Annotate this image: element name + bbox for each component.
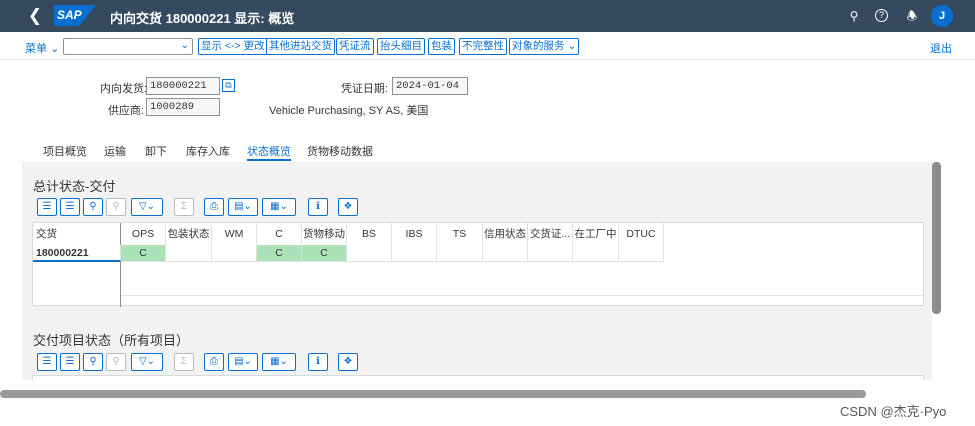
- inbound-delivery-field[interactable]: 180000221: [146, 77, 220, 95]
- tab-unloading[interactable]: 卸下: [145, 143, 167, 161]
- watermark: CSDN @杰克·Pyo: [840, 404, 947, 419]
- filter-icon[interactable]: ▽⌄: [131, 198, 163, 216]
- table-cell[interactable]: [483, 245, 528, 262]
- column-header[interactable]: 包装状态: [166, 223, 212, 245]
- object-services-button[interactable]: 对象的服务 ⌄: [509, 38, 580, 55]
- tab-bar: 项目概览 运输 卸下 库存入库 状态概览 货物移动数据: [23, 143, 923, 161]
- table-cell[interactable]: C: [121, 245, 166, 262]
- table-cell[interactable]: [166, 245, 212, 262]
- settings-icon[interactable]: ❖: [338, 198, 358, 216]
- document-flow-button[interactable]: 凭证流: [336, 38, 374, 55]
- find-icon[interactable]: ⚲: [83, 353, 103, 371]
- grid-footer-line: [121, 295, 924, 296]
- sum-icon[interactable]: Σ: [174, 353, 194, 371]
- find-next-icon[interactable]: ⚲: [106, 353, 126, 371]
- incompleteness-button[interactable]: 不完整性: [459, 38, 507, 55]
- column-header[interactable]: WM: [212, 223, 257, 245]
- grid-toolbar: ☰ ☰ ⚲ ⚲ ▽⌄ Σ ⎙ ▤⌄ ▦⌄ ℹ ❖: [32, 352, 924, 372]
- align-bottom-icon[interactable]: ☰: [60, 198, 80, 216]
- vendor-name: Vehicle Purchasing, SY AS, 美国: [269, 105, 429, 117]
- details-icon[interactable]: ℹ: [308, 353, 328, 371]
- pack-button[interactable]: 包装: [428, 38, 455, 55]
- app-title[interactable]: 内向交货 180000221 显示: 概览: [110, 8, 294, 27]
- tab-status-overview[interactable]: 状态概览: [247, 143, 291, 161]
- copy-icon[interactable]: ⧉: [222, 79, 235, 92]
- document-date-label: 凭证日期:: [340, 83, 388, 95]
- table-cell[interactable]: [212, 245, 257, 262]
- chevron-down-icon[interactable]: ⌄: [271, 8, 280, 21]
- align-top-icon[interactable]: ☰: [37, 198, 57, 216]
- total-status-grid: 交货 OPS 包装状态 WM C 货物移动 BS IBS TS 信用状态 交货证…: [32, 222, 924, 307]
- tab-item-overview[interactable]: 项目概览: [43, 143, 87, 161]
- grid-toolbar: ☰ ☰ ⚲ ⚲ ▽⌄ Σ ⎙ ▤⌄ ▦⌄ ℹ ❖: [32, 197, 924, 217]
- tab-transport[interactable]: 运输: [104, 143, 126, 161]
- other-inbound-button[interactable]: 其他进站交货: [266, 38, 335, 55]
- column-header[interactable]: DTUC: [619, 223, 664, 245]
- chevron-down-icon[interactable]: ⌄: [181, 40, 189, 51]
- horizontal-scrollbar[interactable]: [0, 390, 866, 398]
- settings-icon[interactable]: ❖: [338, 353, 358, 371]
- align-bottom-icon[interactable]: ☰: [60, 353, 80, 371]
- table-cell[interactable]: C: [257, 245, 302, 262]
- app-toolbar: 菜单 ⌄ ⌄ 显示 <-> 更改 其他进站交货 凭证流 抬头细目 包装 不完整性…: [0, 34, 975, 60]
- exit-button[interactable]: 退出: [930, 40, 952, 56]
- tab-goods-movement[interactable]: 货物移动数据: [307, 143, 373, 161]
- search-icon[interactable]: ⚲: [846, 8, 862, 24]
- print-icon[interactable]: ⎙: [204, 198, 224, 216]
- sap-logo: SAP: [54, 5, 96, 26]
- column-header[interactable]: 信用状态: [483, 223, 528, 245]
- section-title-total-status: 总计状态-交付: [33, 179, 116, 194]
- column-header[interactable]: IBS: [392, 223, 437, 245]
- table-cell[interactable]: [619, 245, 664, 262]
- column-header[interactable]: TS: [437, 223, 483, 245]
- column-header[interactable]: 交货: [33, 223, 121, 245]
- toggle-display-change-button[interactable]: 显示 <-> 更改: [198, 38, 268, 55]
- header-details-button[interactable]: 抬头细目: [377, 38, 425, 55]
- document-date-field[interactable]: 2024-01-04: [392, 77, 468, 95]
- table-cell[interactable]: C: [302, 245, 347, 262]
- align-top-icon[interactable]: ☰: [37, 353, 57, 371]
- table-cell[interactable]: 180000221: [33, 245, 121, 262]
- filter-icon[interactable]: ▽⌄: [131, 353, 163, 371]
- section-title-item-status: 交付项目状态（所有项目）: [33, 333, 190, 348]
- vendor-field[interactable]: 1000289: [146, 98, 220, 116]
- layout-icon[interactable]: ▦⌄: [262, 353, 296, 371]
- column-header[interactable]: OPS: [121, 223, 166, 245]
- vendor-label: 供应商:: [107, 105, 144, 117]
- find-icon[interactable]: ⚲: [83, 198, 103, 216]
- item-status-grid: [32, 375, 924, 380]
- layout-icon[interactable]: ▦⌄: [262, 198, 296, 216]
- table-cell[interactable]: [573, 245, 619, 262]
- table-cell[interactable]: [392, 245, 437, 262]
- bell-icon[interactable]: 🕭: [904, 8, 920, 24]
- print-icon[interactable]: ⎙: [204, 353, 224, 371]
- shell-bar: ❮ SAP 内向交货 180000221 显示: 概览 ⌄ ⚲ ? 🕭 J: [0, 0, 975, 32]
- help-icon[interactable]: ?: [875, 9, 888, 22]
- export-icon[interactable]: ▤⌄: [228, 198, 258, 216]
- tab-putaway[interactable]: 库存入库: [186, 143, 230, 161]
- export-icon[interactable]: ▤⌄: [228, 353, 258, 371]
- find-next-icon[interactable]: ⚲: [106, 198, 126, 216]
- column-header[interactable]: 在工厂中: [573, 223, 619, 245]
- avatar[interactable]: J: [931, 5, 953, 27]
- column-header[interactable]: 交货证...: [528, 223, 573, 245]
- table-cell[interactable]: [528, 245, 573, 262]
- menu-button[interactable]: 菜单 ⌄: [25, 40, 59, 56]
- details-icon[interactable]: ℹ: [308, 198, 328, 216]
- column-header[interactable]: BS: [347, 223, 392, 245]
- back-icon[interactable]: ❮: [26, 7, 44, 25]
- sum-icon[interactable]: Σ: [174, 198, 194, 216]
- table-cell[interactable]: [347, 245, 392, 262]
- vertical-scrollbar[interactable]: [932, 162, 941, 314]
- command-field[interactable]: ⌄: [63, 38, 193, 55]
- column-header[interactable]: C: [257, 223, 302, 245]
- table-cell[interactable]: [437, 245, 483, 262]
- column-header[interactable]: 货物移动: [302, 223, 347, 245]
- inbound-delivery-label: 内向发货:: [100, 83, 148, 95]
